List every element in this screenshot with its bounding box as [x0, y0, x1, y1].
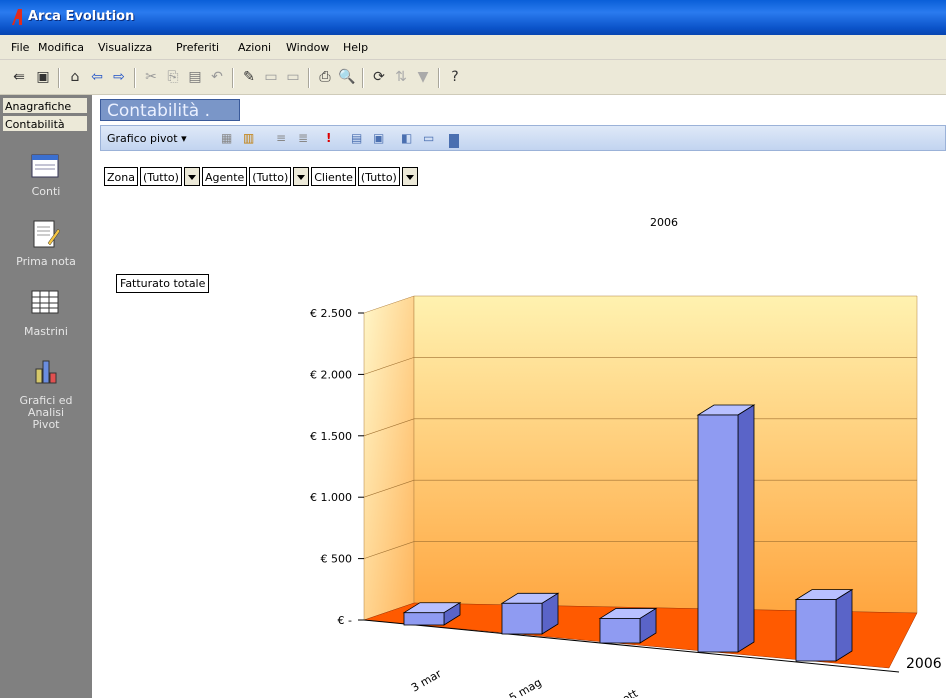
cut-icon[interactable]: ✂: [140, 66, 162, 88]
pivot-chart: € 2.500 € 2.000 € 1.500 € 1.000 € 500 € - 3 ma…: [310, 295, 942, 698]
mastrini-icon[interactable]: [30, 287, 60, 317]
pivot-chart-icon[interactable]: [30, 357, 60, 387]
new-doc-icon[interactable]: ▭: [260, 66, 282, 88]
menu-azioni[interactable]: Azioni: [238, 41, 271, 54]
alert-icon[interactable]: !: [326, 131, 331, 145]
properties-icon[interactable]: ▣: [32, 66, 54, 88]
nav-tab-anagrafiche[interactable]: Anagrafiche: [2, 97, 88, 114]
home-icon[interactable]: ⌂: [64, 66, 86, 88]
window-title: Arca Evolution: [28, 9, 135, 24]
nav-item-mastrini[interactable]: Mastrini: [0, 325, 92, 338]
commands-icon[interactable]: ▣: [373, 131, 384, 145]
drop-zones-icon[interactable]: ≣: [298, 131, 308, 145]
copy-icon[interactable]: ⎘: [162, 66, 184, 88]
bar-side: [737, 404, 755, 653]
forward-arrow-icon[interactable]: ⇨: [108, 66, 130, 88]
y-tick-label: € -: [338, 614, 352, 627]
filter-icon[interactable]: ▼: [412, 66, 434, 88]
help-panel-icon[interactable]: ▭: [423, 131, 434, 145]
bar: [599, 618, 641, 644]
main-toolbar: ⇚ ▣ ⌂ ⇦ ⇨ ✂ ⎘ ▤ ↶ ✎ ▭ ▭ ⎙ 🔍 ⟳ ⇅ ▼ ?: [0, 60, 946, 95]
menu-preferiti[interactable]: Preferiti: [176, 41, 219, 54]
menu-bar: File Modifica Visualizza Preferiti Azion…: [0, 35, 946, 60]
conti-icon[interactable]: [30, 151, 60, 181]
export-icon[interactable]: ▤: [351, 131, 362, 145]
refresh-icon[interactable]: ⟳: [368, 66, 390, 88]
edit-pencil-icon[interactable]: ✎: [238, 66, 260, 88]
nav-item-prima-nota[interactable]: Prima nota: [0, 255, 92, 268]
nav-tab-contabilita[interactable]: Contabilità: [2, 115, 88, 132]
sort-icon[interactable]: ⇅: [390, 66, 412, 88]
properties-icon-2[interactable]: ◧: [401, 131, 412, 145]
help-icon[interactable]: ?: [444, 66, 466, 88]
menu-file[interactable]: File: [11, 41, 29, 54]
paste-icon[interactable]: ▤: [184, 66, 206, 88]
exit-icon[interactable]: ⇚: [8, 66, 30, 88]
menu-visualizza[interactable]: Visualizza: [98, 41, 152, 54]
chart-back-wall: [413, 295, 918, 614]
copy-doc-icon[interactable]: ▭: [282, 66, 304, 88]
document-tab[interactable]: Contabilità .: [100, 99, 240, 121]
series-axis-label: 2006: [906, 656, 942, 672]
bar-side: [835, 588, 853, 662]
y-tick-label: € 2.500: [310, 307, 352, 320]
field-list-icon[interactable]: ▦: [221, 131, 232, 145]
x-tick-label: 10 ott: [605, 687, 641, 698]
chart-plot: € 2.500 € 2.000 € 1.500 € 1.000 € 500 € - 3 ma…: [310, 295, 942, 698]
chart-type-icon[interactable]: ▥: [243, 131, 254, 145]
y-tick-label: € 500: [321, 553, 353, 566]
bar: [403, 612, 445, 626]
back-arrow-icon[interactable]: ⇦: [86, 66, 108, 88]
y-tick-label: € 2.000: [310, 368, 352, 381]
bar: [697, 414, 739, 653]
y-tick-label: € 1.500: [310, 430, 352, 443]
x-tick-label: 5 mag: [507, 676, 544, 698]
print-preview-icon[interactable]: 🔍: [336, 66, 358, 88]
show-legend-icon[interactable]: ≡: [276, 131, 286, 145]
toolbar-options-icon[interactable]: [449, 134, 459, 148]
nav-item-grafici-pivot[interactable]: Grafici ed Analisi Pivot: [0, 395, 92, 431]
x-tick-label: 3 mar: [409, 667, 444, 695]
menu-modifica[interactable]: Modifica: [38, 41, 84, 54]
title-bar: Arca Evolution: [0, 0, 946, 35]
nav-item-conti[interactable]: Conti: [0, 185, 92, 198]
print-icon[interactable]: ⎙: [314, 66, 336, 88]
chart-side-wall: [363, 295, 415, 621]
bar: [501, 602, 543, 635]
bar: [795, 599, 837, 662]
undo-icon[interactable]: ↶: [206, 66, 228, 88]
app-logo-icon: [12, 9, 22, 25]
menu-help[interactable]: Help: [343, 41, 368, 54]
menu-window[interactable]: Window: [286, 41, 329, 54]
pivot-chart-menu[interactable]: Grafico pivot ▾: [107, 132, 187, 145]
left-navigation: Anagrafiche Contabilità Conti Prima nota…: [0, 95, 92, 698]
prima-nota-icon[interactable]: [30, 219, 60, 249]
y-tick-label: € 1.000: [310, 491, 352, 504]
pivot-toolbar: Grafico pivot ▾ ▦ ▥ ≡ ≣ ! ▤ ▣ ◧ ▭: [100, 125, 946, 151]
